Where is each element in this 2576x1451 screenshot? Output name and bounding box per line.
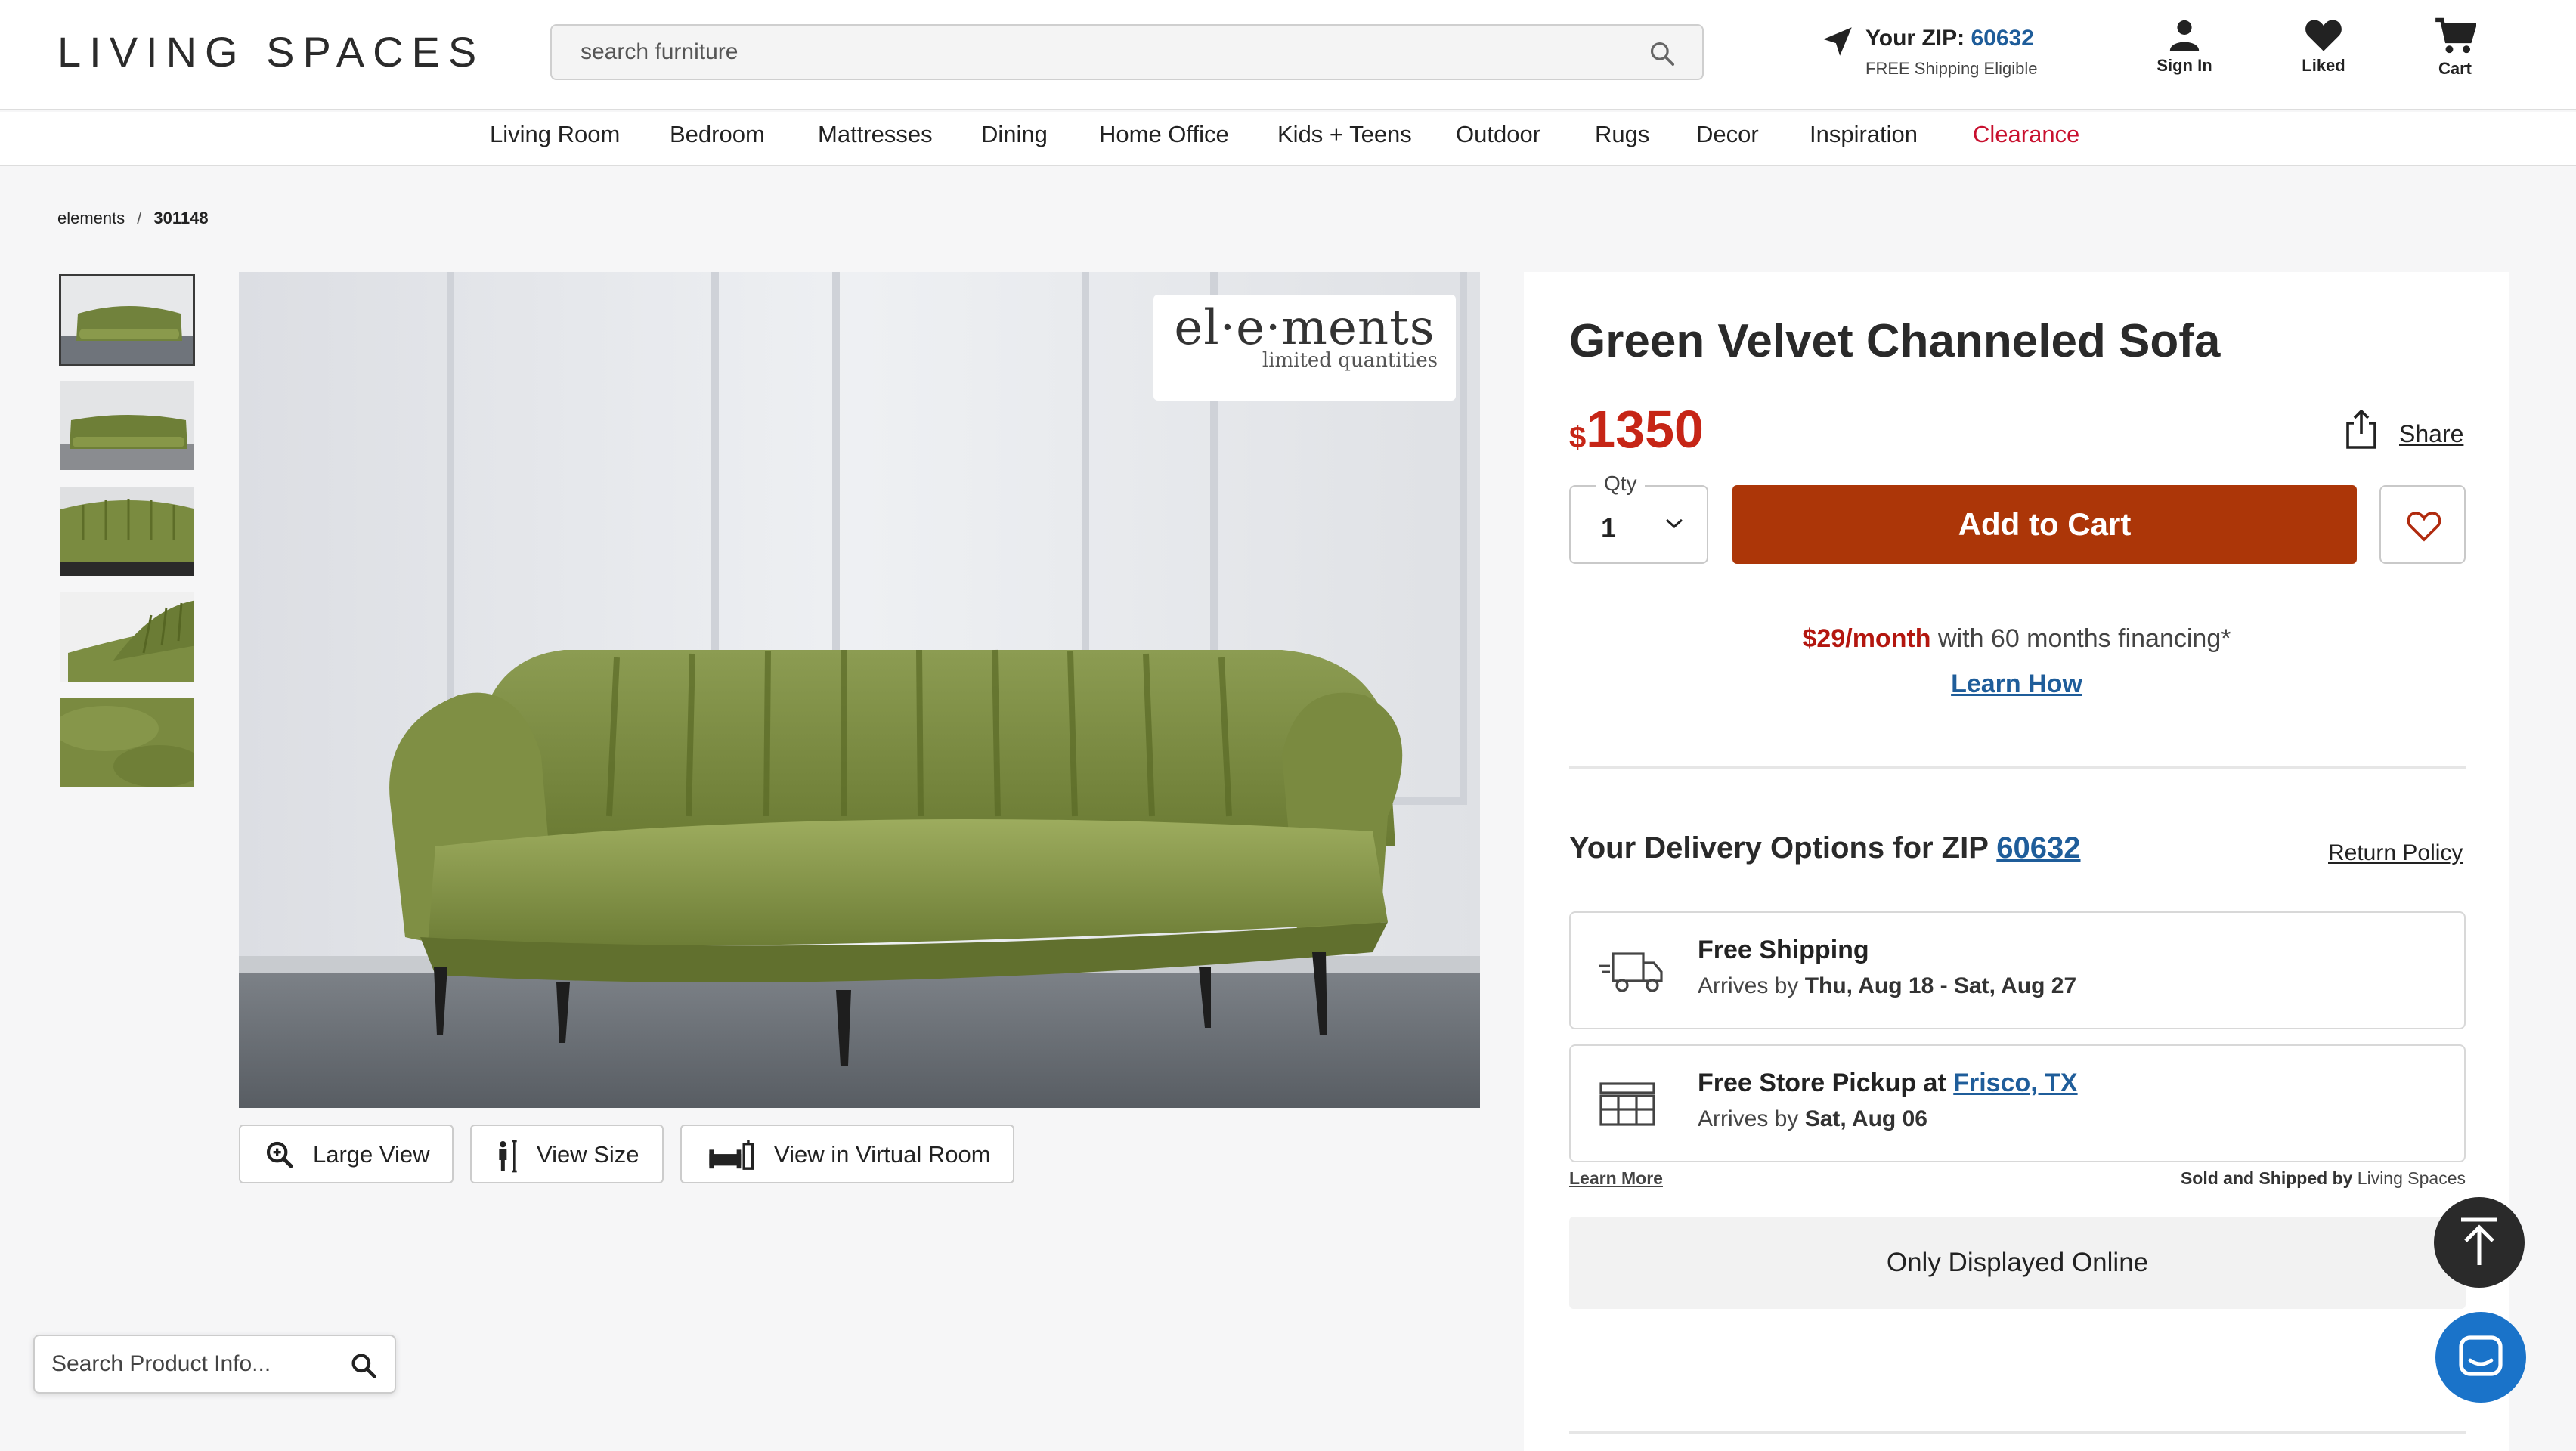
thumbnail-3[interactable] (59, 485, 195, 577)
divider (1569, 1431, 2466, 1434)
add-to-liked-button[interactable] (2379, 485, 2466, 564)
product-details-panel: Green Velvet Channeled Sofa $1350 Share … (1524, 272, 2509, 1451)
pickup-date: Sat, Aug 06 (1804, 1106, 1927, 1131)
price-value: 1350 (1586, 400, 1704, 459)
site-logo[interactable]: LIVING SPACES (57, 27, 485, 76)
product-title: Green Velvet Channeled Sofa (1569, 315, 2221, 367)
learn-more-link[interactable]: Learn More (1569, 1168, 1663, 1189)
location-arrow-icon (1819, 23, 1856, 60)
nav-home-office[interactable]: Home Office (1099, 121, 1229, 148)
cart-button[interactable]: Cart (2410, 17, 2500, 79)
nav-outdoor[interactable]: Outdoor (1456, 121, 1540, 148)
store-pickup-option[interactable]: Free Store Pickup at Frisco, TX Arrives … (1569, 1044, 2466, 1162)
cart-label: Cart (2438, 59, 2472, 78)
thumbnail-1[interactable] (59, 274, 195, 366)
free-shipping-option[interactable]: Free Shipping Arrives by Thu, Aug 18 - S… (1569, 911, 2466, 1029)
shipping-eligibility: FREE Shipping Eligible (1865, 59, 2038, 78)
nav-kids-teens[interactable]: Kids + Teens (1277, 121, 1412, 148)
back-to-top-button[interactable] (2434, 1197, 2525, 1288)
search-icon (351, 1354, 376, 1378)
share-button[interactable]: Share (2345, 410, 2466, 455)
divider (1569, 766, 2466, 769)
thumbnail-4[interactable] (59, 591, 195, 683)
search-input[interactable] (579, 26, 1622, 79)
nav-mattresses[interactable]: Mattresses (818, 121, 933, 148)
product-price: $1350 (1569, 399, 1704, 459)
qty-label: Qty (1596, 472, 1645, 496)
search-icon[interactable] (1648, 39, 1677, 68)
chat-button[interactable] (2435, 1312, 2526, 1403)
nav-clearance[interactable]: Clearance (1973, 121, 2079, 148)
site-search-box[interactable] (550, 24, 1704, 80)
financing-text: with 60 months financing* (1930, 624, 2231, 653)
user-icon (2139, 17, 2230, 53)
breadcrumb-current: 301148 (153, 209, 209, 227)
product-info-search[interactable] (33, 1335, 396, 1394)
chat-icon (2459, 1335, 2503, 1376)
qty-value: 1 (1601, 512, 1617, 543)
thumbnail-5[interactable] (59, 697, 195, 789)
view-in-virtual-room-button[interactable]: View in Virtual Room (680, 1125, 1014, 1183)
thumbnail-2[interactable] (59, 379, 195, 472)
store-pickup-title: Free Store Pickup at Frisco, TX (1698, 1069, 2078, 1097)
heart-icon (2278, 17, 2369, 53)
category-nav: Living Room Bedroom Mattresses Dining Ho… (0, 112, 2576, 166)
pickup-arrival: Arrives by Sat, Aug 06 (1698, 1106, 1927, 1131)
nav-living-room[interactable]: Living Room (490, 121, 620, 148)
delivery-truck-icon (1599, 952, 1663, 992)
free-shipping-title: Free Shipping (1698, 936, 1869, 964)
breadcrumb-separator: / (137, 209, 142, 227)
nav-bedroom[interactable]: Bedroom (670, 121, 765, 148)
large-view-button[interactable]: Large View (239, 1125, 454, 1183)
sign-in-button[interactable]: Sign In (2139, 17, 2230, 76)
liked-label: Liked (2302, 56, 2345, 75)
arrow-up-icon (2461, 1217, 2497, 1265)
delivery-zip-link[interactable]: 60632 (1996, 831, 2080, 865)
nav-decor[interactable]: Decor (1696, 121, 1759, 148)
shipping-arrival: Arrives by Thu, Aug 18 - Sat, Aug 27 (1698, 973, 2077, 998)
view-size-label: View Size (537, 1141, 639, 1168)
financing-amount: $29/month (1802, 624, 1931, 653)
nav-rugs[interactable]: Rugs (1595, 121, 1649, 148)
chevron-down-icon (1665, 518, 1683, 529)
elements-brand-badge: el·e·ments limited quantities (1153, 295, 1456, 401)
return-policy-link[interactable]: Return Policy (2328, 840, 2463, 866)
view-size-button[interactable]: View Size (470, 1125, 664, 1183)
breadcrumb-parent[interactable]: elements (57, 209, 125, 227)
virtual-room-icon (709, 1140, 754, 1170)
badge-brand-name: el·e·ments (1174, 300, 1435, 356)
store-location-link[interactable]: Frisco, TX (1953, 1069, 2077, 1097)
site-header: LIVING SPACES Your ZIP: 60632 FREE Shipp… (0, 0, 2576, 110)
liked-button[interactable]: Liked (2278, 17, 2369, 76)
sold-by-info: Sold and Shipped by Living Spaces (2180, 1168, 2466, 1188)
nav-inspiration[interactable]: Inspiration (1810, 121, 1918, 148)
heart-outline-icon (2407, 512, 2441, 542)
virtual-room-label: View in Virtual Room (774, 1141, 991, 1168)
price-currency: $ (1569, 421, 1587, 454)
zoom-in-icon (266, 1141, 293, 1168)
add-to-cart-button[interactable]: Add to Cart (1732, 485, 2357, 564)
zip-code: 60632 (1971, 26, 2034, 51)
sign-in-label: Sign In (2156, 56, 2212, 75)
delivery-options-title: Your Delivery Options for ZIP 60632 (1569, 831, 2081, 865)
learn-how-link[interactable]: Learn How (1524, 670, 2509, 699)
financing-info: $29/month with 60 months financing* (1524, 624, 2509, 654)
only-displayed-online-banner: Only Displayed Online (1569, 1217, 2466, 1309)
person-size-icon (499, 1140, 517, 1173)
zip-label: Your ZIP: 60632 (1865, 26, 2034, 51)
cart-icon (2410, 17, 2500, 56)
storefront-icon (1599, 1082, 1655, 1126)
share-icon (2346, 410, 2376, 449)
nav-dining[interactable]: Dining (981, 121, 1048, 148)
large-view-label: Large View (313, 1141, 430, 1168)
share-label: Share (2399, 420, 2464, 447)
quantity-select[interactable]: Qty 1 (1569, 472, 1708, 564)
breadcrumb: elements / 301148 (57, 209, 209, 228)
shipping-dates: Thu, Aug 18 - Sat, Aug 27 (1804, 973, 2077, 998)
product-info-search-input[interactable] (50, 1336, 352, 1392)
